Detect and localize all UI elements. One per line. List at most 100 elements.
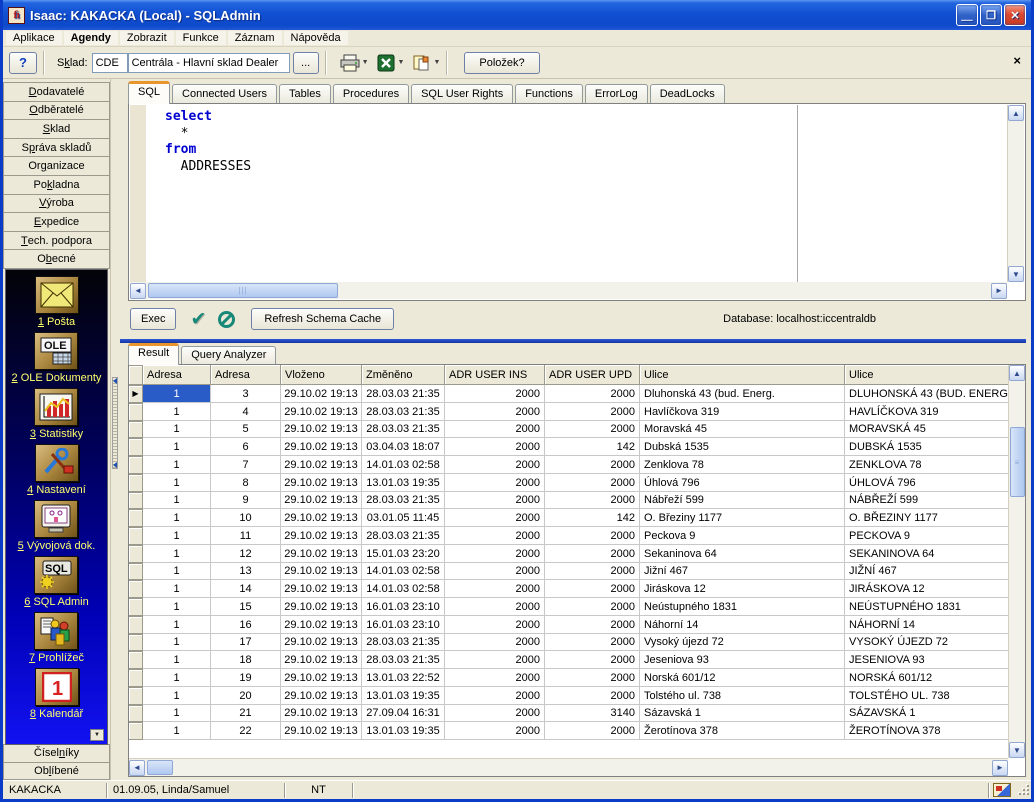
grid-cell[interactable]: 142 (545, 438, 640, 456)
column-header-ulice[interactable]: Ulice (845, 365, 1008, 385)
grid-cell[interactable]: 29.10.02 19:13 (281, 473, 362, 492)
scroll-down-icon[interactable]: ▼ (1008, 266, 1024, 282)
grid-cell[interactable]: TOLSTÉHO UL. 738 (845, 687, 1008, 705)
grid-cell[interactable]: 03.04.03 18:07 (362, 438, 445, 456)
row-selector[interactable] (129, 491, 143, 510)
grid-cell[interactable]: 2000 (445, 669, 545, 687)
grid-cell[interactable]: 2000 (445, 456, 545, 474)
status-mail-icon[interactable] (993, 783, 1011, 797)
sidebar-button-v-roba[interactable]: Výroba (3, 193, 110, 214)
grid-cell[interactable]: 29.10.02 19:13 (281, 722, 362, 740)
grid-cell[interactable]: 16 (211, 615, 281, 634)
grid-cell[interactable]: Jižní 467 (640, 562, 845, 581)
sidebar-item-nastaven-[interactable]: 4 Nastavení (27, 443, 86, 500)
browse-button[interactable]: ... (292, 51, 319, 74)
grid-cell[interactable]: DLUHONSKÁ 43 (BUD. ENERG. (845, 385, 1008, 403)
sql-editor[interactable]: select * from ADDRESSES ▲ ▼ ◄ ||| ► (128, 103, 1026, 301)
grid-cell[interactable]: 21 (211, 704, 281, 723)
column-header-adr-user-upd[interactable]: ADR USER UPD (545, 365, 640, 385)
grid-cell[interactable]: 14 (211, 580, 281, 598)
sidebar-button-sklad[interactable]: Sklad (3, 119, 110, 139)
grid-cell[interactable]: JESENIOVA 93 (845, 651, 1008, 669)
grid-cell[interactable]: 11 (211, 527, 281, 545)
column-header-adresa[interactable]: Adresa (211, 365, 281, 385)
grid-cell[interactable]: 5 (211, 420, 281, 439)
grid-cell[interactable]: 1 (143, 473, 211, 492)
grid-cell[interactable]: 29.10.02 19:13 (281, 527, 362, 545)
row-selector[interactable] (129, 509, 143, 527)
grid-cell[interactable]: 14.01.03 02:58 (362, 456, 445, 474)
grid-cell[interactable]: SEKANINOVA 64 (845, 545, 1008, 563)
grid-cell[interactable]: 2000 (445, 598, 545, 616)
scroll-left-icon[interactable]: ◄ (130, 282, 146, 299)
grid-cell[interactable]: 28.03.03 21:35 (362, 491, 445, 510)
menu-item-funkce[interactable]: Funkce (175, 31, 226, 45)
row-selector[interactable] (129, 722, 143, 740)
grid-cell[interactable]: HAVLÍČKOVA 319 (845, 403, 1008, 421)
grid-cell[interactable]: 1 (143, 686, 211, 705)
grid-cell[interactable]: 20 (211, 686, 281, 705)
grid-cell[interactable]: 3140 (545, 704, 640, 723)
sidebar-button-odb-ratel-[interactable]: Odběratelé (3, 100, 110, 121)
grid-cell[interactable]: 1 (143, 633, 211, 652)
grid-cell[interactable]: 2000 (545, 385, 640, 403)
grid-cell[interactable]: 29.10.02 19:13 (281, 544, 362, 563)
grid-cell[interactable]: 1 (143, 402, 211, 421)
validate-check-icon[interactable]: ✔ (190, 308, 206, 331)
grid-cell[interactable]: Dluhonská 43 (bud. Energ. (640, 385, 845, 403)
grid-cell[interactable]: 15.01.03 23:20 (362, 544, 445, 563)
splitter-collapse-handle[interactable] (112, 377, 118, 469)
grid-cell[interactable]: 10 (211, 509, 281, 527)
grid-cell[interactable]: 1 (143, 580, 211, 598)
grid-cell[interactable]: 29.10.02 19:13 (281, 580, 362, 598)
grid-cell[interactable]: 9 (211, 491, 281, 510)
grid-vertical-scrollbar[interactable]: ▲ ≡ ▼ (1008, 365, 1025, 758)
row-selector[interactable] (129, 562, 143, 581)
grid-cell[interactable]: MORAVSKÁ 45 (845, 421, 1008, 439)
grid-cell[interactable]: 12 (211, 544, 281, 563)
polozek-button[interactable]: Položek? (464, 51, 540, 74)
row-selector[interactable] (129, 704, 143, 723)
editor-vertical-scrollbar[interactable]: ▲ ▼ (1007, 105, 1024, 282)
grid-cell[interactable]: Dubská 1535 (640, 438, 845, 456)
excel-dropdown-arrow[interactable]: ▼ (398, 59, 405, 66)
excel-export-icon[interactable] (375, 52, 397, 74)
grid-cell[interactable]: 2000 (445, 580, 545, 598)
grid-cell[interactable]: JIŽNÍ 467 (845, 563, 1008, 581)
grid-cell[interactable]: 1 (143, 722, 211, 740)
scrollbar-thumb[interactable]: ≡ (1009, 427, 1025, 497)
sidebar-button--seln-ky[interactable]: Čísel n íky (3, 744, 110, 763)
grid-cell[interactable]: 2000 (545, 527, 640, 545)
grid-cell[interactable]: O. Březiny 1177 (640, 509, 845, 527)
grid-cell[interactable]: NÁHORNÍ 14 (845, 616, 1008, 634)
panel-scroll-down-button[interactable]: ▼ (90, 729, 104, 741)
grid-cell[interactable]: 13.01.03 22:52 (362, 669, 445, 687)
grid-cell[interactable]: 1 (143, 527, 211, 545)
grid-cell[interactable]: 1 (143, 385, 211, 403)
sidebar-item-statistiky[interactable]: 3 Statistiky (30, 387, 83, 444)
tab-errorlog[interactable]: ErrorLog (584, 84, 648, 104)
grid-cell[interactable]: 29.10.02 19:13 (281, 615, 362, 634)
scroll-down-icon[interactable]: ▼ (1009, 742, 1025, 758)
scroll-up-icon[interactable]: ▲ (1008, 105, 1024, 121)
minimize-button[interactable]: ＿ (956, 4, 978, 26)
grid-cell[interactable]: Jeseniova 93 (640, 651, 845, 669)
grid-cell[interactable]: 1 (143, 491, 211, 510)
grid-cell[interactable]: 1 (143, 420, 211, 439)
grid-cell[interactable]: 2000 (445, 651, 545, 669)
grid-cell[interactable]: NEÚSTUPNÉHO 1831 (845, 598, 1008, 616)
tab-sql-user-rights[interactable]: SQL User Rights (411, 84, 514, 104)
scroll-left-icon[interactable]: ◄ (129, 759, 145, 776)
sidebar-button-pokladna[interactable]: Po k ladna (3, 174, 110, 195)
grid-cell[interactable]: 18 (211, 651, 281, 669)
column-header-adr-user-ins[interactable]: ADR USER INS (445, 365, 545, 385)
grid-cell[interactable]: 2000 (545, 491, 640, 510)
column-header-adresa[interactable]: Adresa (143, 365, 211, 385)
sidebar-item-v-vojov-dok-[interactable]: 5 Vývojová dok. (18, 499, 95, 556)
grid-cell[interactable]: VYSOKÝ ÚJEZD 72 (845, 634, 1008, 652)
scroll-right-icon[interactable]: ► (991, 282, 1007, 299)
resize-grip[interactable] (1017, 783, 1031, 797)
grid-cell[interactable]: 13.01.03 19:35 (362, 473, 445, 492)
row-selector[interactable] (129, 686, 143, 705)
grid-cell[interactable]: 1 (143, 704, 211, 723)
